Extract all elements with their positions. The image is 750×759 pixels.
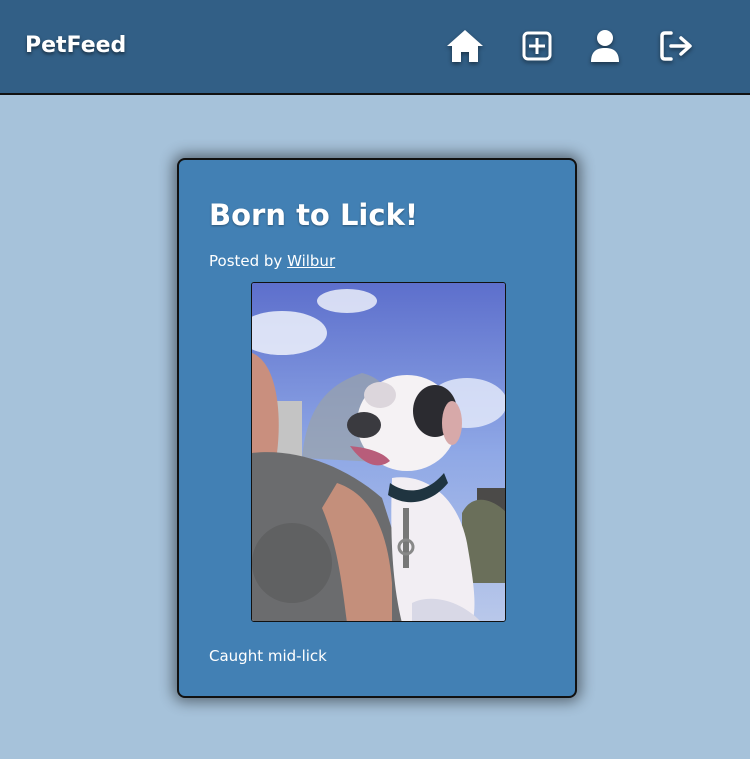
logout-icon[interactable] [658,27,696,65]
post-byline: Posted by Wilbur [209,252,335,270]
post-image [251,282,506,622]
post-card: Born to Lick! Posted by Wilbur Caught mi… [177,158,577,698]
add-post-icon[interactable] [518,27,556,65]
home-icon[interactable] [446,27,484,65]
author-link[interactable]: Wilbur [287,252,335,270]
navbar: PetFeed [0,0,750,95]
post-title: Born to Lick! [209,198,419,232]
post-caption: Caught mid-lick [209,647,327,665]
profile-icon[interactable] [586,27,624,65]
posted-by-label: Posted by [209,252,288,270]
brand-logo[interactable]: PetFeed [25,33,126,58]
